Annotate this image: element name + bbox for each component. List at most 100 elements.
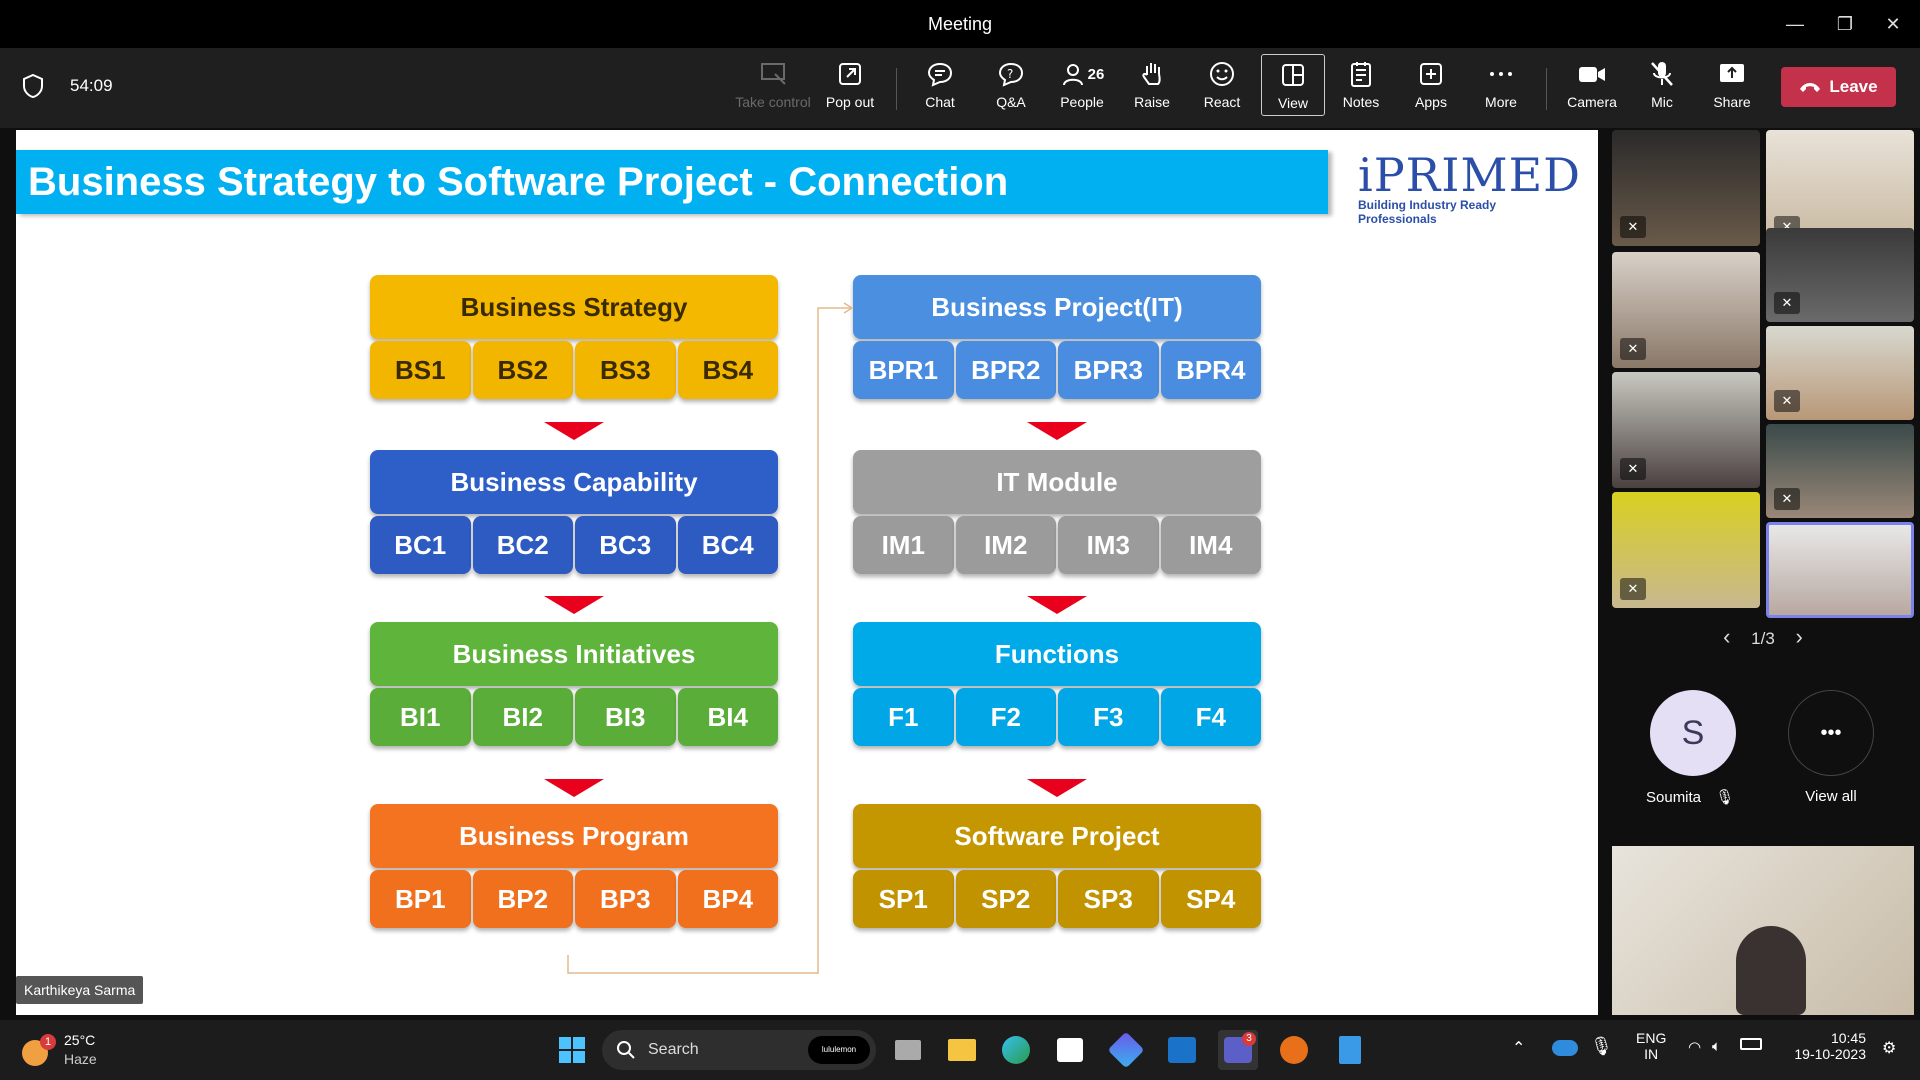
play-icon [1107, 1031, 1145, 1069]
take-control-icon [734, 58, 812, 90]
battery-icon[interactable] [1740, 1038, 1762, 1050]
meeting-toolbar: 54:09 Take control Pop out Chat ? Q&A 26… [0, 48, 1920, 128]
mic-muted-icon [1630, 58, 1694, 90]
windows-logo-icon [559, 1037, 585, 1063]
minimize-button[interactable]: — [1780, 10, 1810, 38]
react-button[interactable]: React [1190, 58, 1254, 110]
teams-button[interactable]: 3 [1218, 1030, 1258, 1070]
windows-taskbar: 1 25°C Haze Search lululemon 3 ⌃ 🎙︎ ENG … [0, 1020, 1920, 1080]
folder-icon [948, 1039, 976, 1061]
mic-off-icon: ✕ [1774, 488, 1800, 510]
taskbar-search[interactable]: Search lululemon [602, 1030, 876, 1070]
info-icon [1280, 1036, 1308, 1064]
participant-video-tile[interactable]: ✕ [1766, 326, 1914, 420]
mic-off-icon: ✕ [1620, 578, 1646, 600]
weather-widget[interactable]: 1 [22, 1034, 56, 1068]
media-app-button[interactable] [1106, 1030, 1146, 1070]
more-dots-icon: ••• [1820, 721, 1842, 744]
notepad-icon [1339, 1036, 1361, 1064]
mic-button[interactable]: Mic [1630, 58, 1694, 110]
notification-badge: 1 [40, 1034, 56, 1050]
restore-button[interactable]: ❐ [1830, 10, 1860, 38]
svg-text:?: ? [1007, 67, 1013, 81]
chevron-up-icon[interactable]: ⌃ [1512, 1038, 1525, 1058]
mic-off-icon: ✕ [1620, 338, 1646, 360]
raise-hand-button[interactable]: Raise [1120, 58, 1184, 110]
camera-icon [1560, 58, 1624, 90]
pagination: ‹ 1/3 › [1606, 624, 1920, 650]
self-video-tile[interactable] [1766, 522, 1914, 618]
participant-video-tile[interactable]: ✕ [1612, 130, 1760, 246]
more-dots-icon [1469, 58, 1533, 90]
store-button[interactable] [1050, 1030, 1090, 1070]
pop-out-button[interactable]: Pop out [818, 58, 882, 110]
notification-badge: 3 [1242, 1032, 1256, 1046]
qa-button[interactable]: ? Q&A [979, 58, 1043, 110]
outlook-icon [1168, 1037, 1196, 1063]
presenter-figure [1736, 926, 1806, 1015]
weather-desc: Haze [64, 1051, 97, 1067]
page-indicator: 1/3 [1751, 629, 1775, 648]
participant-video-tile[interactable]: ✕ [1612, 252, 1760, 368]
mic-off-icon: ✕ [1774, 390, 1800, 412]
next-page-button[interactable]: › [1796, 624, 1803, 649]
view-layout-icon [1262, 59, 1324, 91]
store-icon [1057, 1038, 1083, 1062]
participant-video-tile[interactable]: ✕ [1612, 372, 1760, 488]
view-button[interactable]: View [1261, 54, 1325, 116]
camera-button[interactable]: Camera [1560, 58, 1624, 110]
clock[interactable]: 10:45 19-10-2023 [1786, 1030, 1866, 1062]
participant-video-tile[interactable]: ✕ [1766, 228, 1914, 322]
people-button[interactable]: 26 People [1050, 58, 1114, 110]
notepad-button[interactable] [1330, 1030, 1370, 1070]
people-count: 26 [1087, 65, 1105, 83]
notifications-icon[interactable]: ⚙︎ [1882, 1038, 1896, 1058]
task-view-button[interactable] [888, 1030, 928, 1070]
take-control-button[interactable]: Take control [734, 58, 812, 110]
task-view-icon [895, 1040, 921, 1060]
info-app-button[interactable] [1274, 1030, 1314, 1070]
leave-button[interactable]: Leave [1781, 67, 1896, 107]
close-button[interactable]: ✕ [1878, 10, 1908, 38]
title-bar: Meeting — ❐ ✕ [0, 0, 1920, 48]
avatar[interactable]: S [1650, 690, 1736, 776]
participant-video-tile[interactable]: ✕ [1612, 492, 1760, 608]
share-screen-icon [1700, 58, 1764, 90]
language-indicator[interactable]: ENG IN [1636, 1030, 1666, 1062]
mic-off-icon: ✕ [1620, 458, 1646, 480]
people-icon [1062, 64, 1083, 86]
more-button[interactable]: More [1469, 58, 1533, 110]
chat-icon [908, 58, 972, 90]
view-all-label: View all [1805, 788, 1857, 805]
mic-muted-icon[interactable]: 🎙︎ [1590, 1036, 1613, 1057]
volume-icon[interactable]: 🔈︎ [1712, 1038, 1721, 1055]
view-all-button[interactable]: ••• [1788, 690, 1874, 776]
start-button[interactable] [552, 1030, 592, 1070]
wifi-icon[interactable]: ◠ [1688, 1038, 1701, 1056]
pop-out-icon [818, 58, 882, 90]
window-title: Meeting [927, 14, 993, 34]
add-app-icon [1399, 58, 1463, 90]
weather-temp: 25°C [64, 1032, 96, 1048]
chat-button[interactable]: Chat [908, 58, 972, 110]
raise-hand-icon [1120, 58, 1184, 90]
share-button[interactable]: Share [1700, 58, 1764, 110]
edge-button[interactable] [996, 1030, 1036, 1070]
participant-video-tile[interactable]: ✕ [1766, 424, 1914, 518]
qa-icon: ? [979, 58, 1043, 90]
apps-button[interactable]: Apps [1399, 58, 1463, 110]
outlook-button[interactable] [1162, 1030, 1202, 1070]
call-timer: 54:09 [70, 76, 113, 95]
search-highlight-chip: lululemon [808, 1036, 870, 1064]
notes-icon [1329, 58, 1393, 90]
notes-button[interactable]: Notes [1329, 58, 1393, 110]
onedrive-icon[interactable] [1552, 1040, 1578, 1056]
edge-icon [1002, 1036, 1030, 1064]
participant-name: Soumita 🎙︎ [1646, 789, 1735, 806]
shield-icon [22, 73, 44, 104]
presenter-video-tile[interactable] [1612, 846, 1914, 1015]
mic-off-icon: 🎙︎ [1715, 789, 1735, 806]
presenter-name-tag: Karthikeya Sarma [16, 976, 144, 1004]
file-explorer-button[interactable] [942, 1030, 982, 1070]
prev-page-button[interactable]: ‹ [1723, 624, 1730, 649]
